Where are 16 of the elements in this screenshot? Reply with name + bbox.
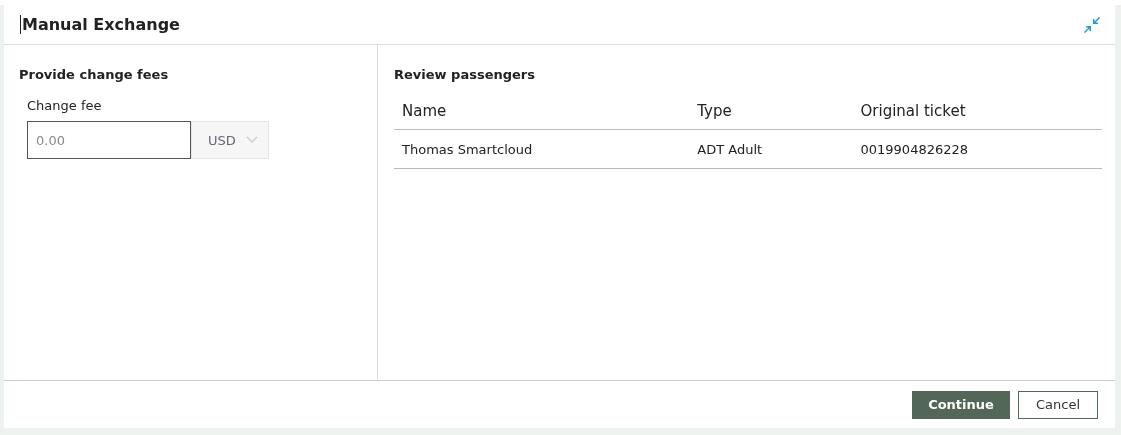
field-label: Change fee [27,98,103,113]
collapse-icon[interactable] [1083,15,1101,34]
column-header: Type [689,92,853,130]
table-cell: Thomas Smartcloud [394,129,690,169]
section-heading: Provide change fees [19,67,170,82]
currency-dropdown[interactable]: USD [191,121,269,159]
table-cell: ADT Adult [689,129,853,169]
cancel-button[interactable]: Cancel [1018,390,1098,419]
chevron-icon [245,136,258,144]
table-cell: 0019904826228 [852,129,1102,169]
section-heading: Review passengers [394,67,536,82]
column-header: Name [394,92,690,130]
column-header: Original ticket [852,92,1102,130]
continue-button[interactable]: Continue [912,390,1010,419]
dialog-title: Manual Exchange [20,15,180,34]
change-fee-field[interactable]: 0.00 [27,121,191,159]
